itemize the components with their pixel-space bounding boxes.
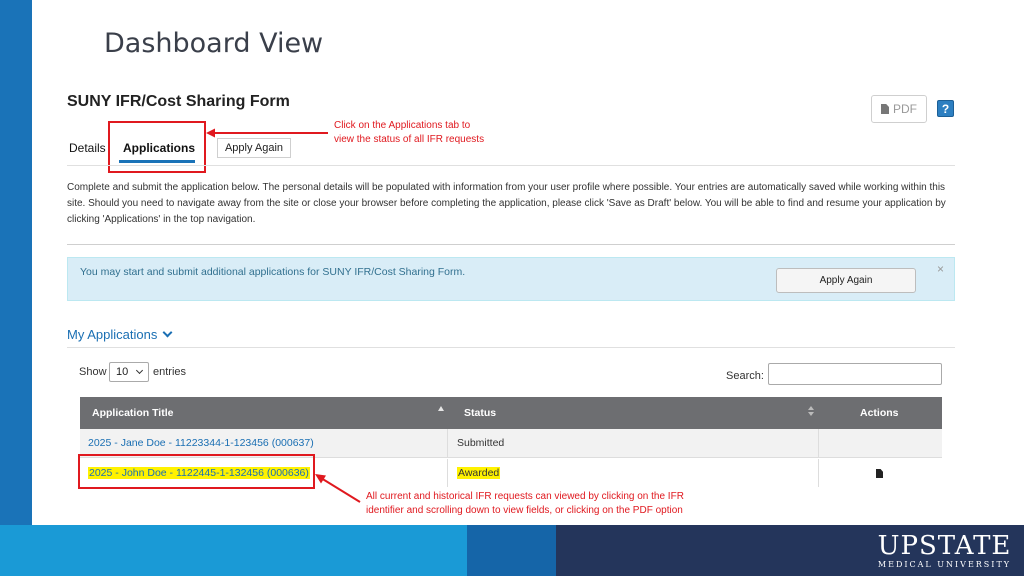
pdf-button[interactable]: PDF xyxy=(871,95,927,123)
chevron-down-icon xyxy=(135,366,144,375)
divider xyxy=(67,244,955,245)
annotation-line: Click on the Applications tab to xyxy=(334,120,471,131)
table-header: Application Title Status Actions xyxy=(80,397,942,429)
column-divider xyxy=(818,459,819,487)
divider xyxy=(67,165,955,166)
application-status: Submitted xyxy=(457,437,505,449)
apply-again-button[interactable]: Apply Again xyxy=(776,268,916,293)
logo-subtitle: MEDICAL UNIVERSITY xyxy=(877,560,1012,569)
sort-icon[interactable] xyxy=(808,406,815,418)
application-title-link[interactable]: 2025 - Jane Doe - 11223344-1-123456 (000… xyxy=(88,437,314,449)
annotation-line: All current and historical IFR requests … xyxy=(366,491,684,502)
pdf-button-label: PDF xyxy=(893,102,917,116)
upstate-logo: UPSTATE MEDICAL UNIVERSITY xyxy=(872,532,1017,570)
question-icon: ? xyxy=(941,101,950,116)
sort-asc-icon[interactable] xyxy=(438,406,444,411)
column-divider xyxy=(447,429,448,457)
footer-band xyxy=(0,525,1024,576)
form-title: SUNY IFR/Cost Sharing Form xyxy=(67,93,290,110)
document-icon xyxy=(881,104,889,114)
entries-select[interactable]: 10 xyxy=(109,362,149,382)
column-divider xyxy=(818,429,819,457)
tab-details[interactable]: Details xyxy=(69,141,106,155)
info-panel: You may start and submit additional appl… xyxy=(67,257,955,301)
annotation-callout-tab: Click on the Applications tab to view th… xyxy=(334,119,484,147)
column-header-actions: Actions xyxy=(860,407,899,419)
column-divider xyxy=(447,459,448,487)
slide-title: Dashboard View xyxy=(104,28,324,59)
divider xyxy=(67,347,955,348)
entries-select-value: 10 xyxy=(116,366,129,378)
chevron-down-icon xyxy=(162,327,173,338)
footer-segment xyxy=(467,525,556,576)
arrow-head-icon xyxy=(206,128,215,138)
show-label: Show xyxy=(79,366,107,378)
footer-segment xyxy=(0,525,467,576)
search-input[interactable] xyxy=(768,363,942,385)
entries-label: entries xyxy=(153,366,187,378)
annotation-line: view the status of all IFR requests xyxy=(334,134,485,145)
search-label: Search: xyxy=(726,370,764,382)
close-icon[interactable]: × xyxy=(937,262,944,276)
annotation-line: identifier and scrolling down to view fi… xyxy=(366,505,683,516)
annotation-highlight-row xyxy=(78,454,315,489)
logo-wordmark: UPSTATE xyxy=(877,531,1012,561)
column-header-status[interactable]: Status xyxy=(464,407,496,419)
left-accent-bar xyxy=(0,0,32,525)
my-applications-heading: My Applications xyxy=(67,327,158,342)
info-panel-text: You may start and submit additional appl… xyxy=(80,266,466,278)
apply-again-tab-button[interactable]: Apply Again xyxy=(217,138,291,158)
help-button[interactable]: ? xyxy=(937,100,954,117)
application-status: Awarded xyxy=(457,467,501,479)
intro-text: Complete and submit the application belo… xyxy=(67,182,946,225)
document-icon[interactable] xyxy=(876,469,883,478)
my-applications-toggle[interactable]: My Applications xyxy=(67,327,173,342)
annotation-callout-row: All current and historical IFR requests … xyxy=(366,490,684,518)
column-header-title[interactable]: Application Title xyxy=(92,407,173,419)
